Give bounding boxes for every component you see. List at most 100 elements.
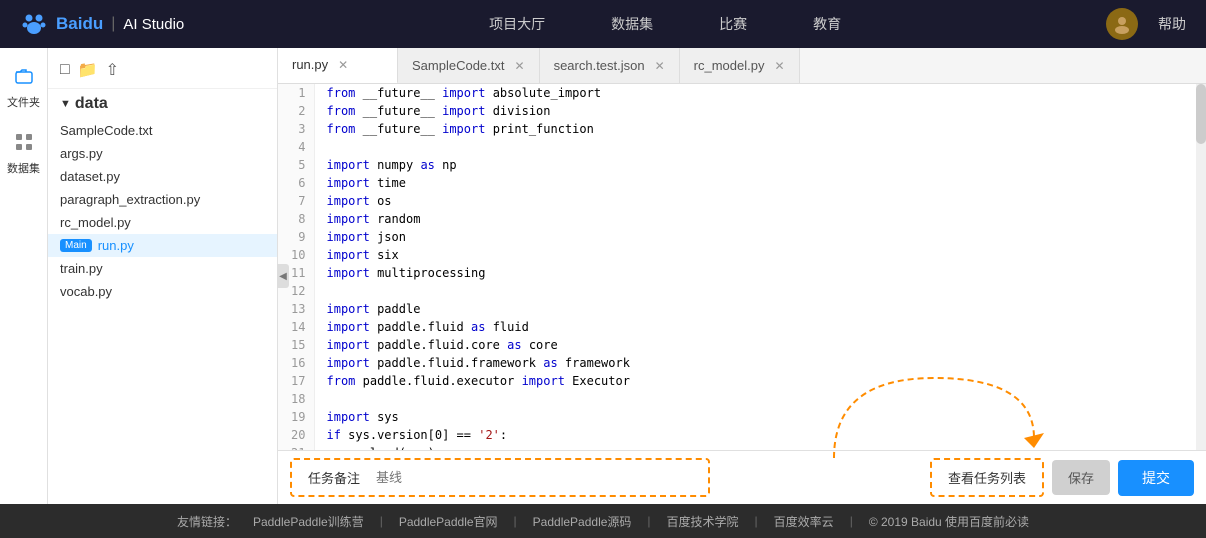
- file-item-dataset[interactable]: dataset.py: [48, 165, 277, 188]
- file-name-dataset: dataset.py: [60, 169, 120, 184]
- code-row-2: 2 from __future__ import division: [278, 102, 1206, 120]
- footer-copyright: © 2019 Baidu 使用百度前必读: [869, 513, 1029, 530]
- line-num-10: 10: [278, 246, 314, 264]
- tab-samplecode-label: SampleCode.txt: [412, 58, 505, 73]
- code-row-8: 8 import random: [278, 210, 1206, 228]
- new-file-icon[interactable]: □: [60, 61, 70, 79]
- footer-sep-3: |: [647, 514, 650, 528]
- file-name-args: args.py: [60, 146, 103, 161]
- logo-divider: |: [111, 15, 115, 33]
- submit-button[interactable]: 提交: [1118, 460, 1194, 496]
- nav-help[interactable]: 帮助: [1158, 14, 1186, 34]
- tab-searchtestjson-label: search.test.json: [554, 58, 645, 73]
- code-line-9: import json: [314, 228, 1206, 246]
- code-line-7: import os: [314, 192, 1206, 210]
- save-button[interactable]: 保存: [1052, 460, 1110, 495]
- line-num-6: 6: [278, 174, 314, 192]
- code-line-19: import sys: [314, 408, 1206, 426]
- task-note-tab[interactable]: 任务备注: [300, 464, 368, 491]
- folder-item-data[interactable]: ▼ data: [48, 89, 277, 119]
- code-line-4: [314, 138, 1206, 156]
- tab-runpy-close[interactable]: ✕: [338, 58, 348, 72]
- code-row-17: 17 from paddle.fluid.executor import Exe…: [278, 372, 1206, 390]
- tab-bar: run.py ✕ SampleCode.txt ✕ search.test.js…: [278, 48, 1206, 84]
- tab-rcmodel-label: rc_model.py: [694, 58, 765, 73]
- file-item-paragraph[interactable]: paragraph_extraction.py: [48, 188, 277, 211]
- code-line-8: import random: [314, 210, 1206, 228]
- datasets-icon-btn[interactable]: [8, 126, 40, 158]
- footer-link-paddlecamp[interactable]: PaddlePaddle训练营: [253, 513, 364, 530]
- top-navigation: Baidu | AI Studio 项目大厅 数据集 比赛 教育 帮助: [0, 0, 1206, 48]
- code-row-16: 16 import paddle.fluid.framework as fram…: [278, 354, 1206, 372]
- code-editor[interactable]: 1 from __future__ import absolute_import…: [278, 84, 1206, 450]
- line-num-16: 16: [278, 354, 314, 372]
- line-num-9: 9: [278, 228, 314, 246]
- line-num-8: 8: [278, 210, 314, 228]
- nav-item-projects[interactable]: 项目大厅: [481, 10, 553, 38]
- tab-samplecode[interactable]: SampleCode.txt ✕: [398, 48, 540, 84]
- tab-runpy[interactable]: run.py ✕: [278, 48, 398, 84]
- code-row-20: 20 if sys.version[0] == '2':: [278, 426, 1206, 444]
- line-num-1: 1: [278, 84, 314, 102]
- code-line-12: [314, 282, 1206, 300]
- collapse-tree-button[interactable]: ◀: [277, 264, 289, 288]
- logo-studio-text: AI Studio: [123, 16, 184, 33]
- footer-link-paddlesrc[interactable]: PaddlePaddle源码: [533, 513, 632, 530]
- code-row-11: 11 import multiprocessing: [278, 264, 1206, 282]
- task-input-group: 任务备注: [290, 458, 710, 497]
- folder-icon: [14, 66, 34, 86]
- code-line-11: import multiprocessing: [314, 264, 1206, 282]
- code-row-5: 5 import numpy as np: [278, 156, 1206, 174]
- footer-link-paddleofficial[interactable]: PaddlePaddle官网: [399, 513, 498, 530]
- file-name-vocab: vocab.py: [60, 284, 112, 299]
- tab-searchtestjson[interactable]: search.test.json ✕: [540, 48, 680, 84]
- nav-item-competition[interactable]: 比赛: [711, 10, 755, 38]
- code-table: 1 from __future__ import absolute_import…: [278, 84, 1206, 450]
- line-num-7: 7: [278, 192, 314, 210]
- code-line-15: import paddle.fluid.core as core: [314, 336, 1206, 354]
- code-row-7: 7 import os: [278, 192, 1206, 210]
- file-tree: □ 📁 ⇧ ▼ data SampleCode.txt args.py data…: [48, 48, 278, 504]
- file-item-rcmodel[interactable]: rc_model.py: [48, 211, 277, 234]
- folder-chevron-icon: ▼: [60, 98, 71, 110]
- line-num-19: 19: [278, 408, 314, 426]
- scrollbar-thumb[interactable]: [1196, 84, 1206, 144]
- upload-icon[interactable]: ⇧: [106, 60, 119, 80]
- baidu-logo-icon: [20, 10, 48, 38]
- line-num-17: 17: [278, 372, 314, 390]
- file-item-samplecode[interactable]: SampleCode.txt: [48, 119, 277, 142]
- tab-samplecode-close[interactable]: ✕: [515, 59, 525, 73]
- new-folder-icon[interactable]: 📁: [78, 60, 98, 80]
- nav-item-education[interactable]: 教育: [805, 10, 849, 38]
- files-icon-btn[interactable]: [8, 60, 40, 92]
- code-row-12: 12: [278, 282, 1206, 300]
- footer-link-baiduacademy[interactable]: 百度技术学院: [667, 513, 739, 530]
- editor-area: run.py ✕ SampleCode.txt ✕ search.test.js…: [278, 48, 1206, 504]
- nav-menu: 项目大厅 数据集 比赛 教育: [224, 10, 1106, 38]
- file-item-train[interactable]: train.py: [48, 257, 277, 280]
- line-num-2: 2: [278, 102, 314, 120]
- grid-icon: [14, 132, 34, 152]
- sidebar-section-datasets[interactable]: 数据集: [7, 122, 40, 180]
- tab-rcmodel-close[interactable]: ✕: [774, 59, 784, 73]
- code-line-16: import paddle.fluid.framework as framewo…: [314, 354, 1206, 372]
- code-line-6: import time: [314, 174, 1206, 192]
- footer-prefix: 友情链接：: [177, 513, 237, 530]
- sidebar-section-files[interactable]: 文件夹: [7, 56, 40, 114]
- file-tree-toolbar: □ 📁 ⇧: [48, 56, 277, 89]
- nav-item-datasets[interactable]: 数据集: [603, 10, 661, 38]
- file-item-runpy[interactable]: Main run.py: [48, 234, 277, 257]
- line-num-14: 14: [278, 318, 314, 336]
- file-name-runpy: run.py: [98, 238, 134, 253]
- tab-searchtestjson-close[interactable]: ✕: [655, 59, 665, 73]
- code-line-14: import paddle.fluid as fluid: [314, 318, 1206, 336]
- footer-link-baiduefficiency[interactable]: 百度效率云: [774, 513, 834, 530]
- vertical-scrollbar[interactable]: [1196, 84, 1206, 450]
- view-tasks-button[interactable]: 查看任务列表: [930, 458, 1044, 497]
- avatar[interactable]: [1106, 8, 1138, 40]
- baseline-input[interactable]: [376, 470, 700, 485]
- file-item-args[interactable]: args.py: [48, 142, 277, 165]
- file-item-vocab[interactable]: vocab.py: [48, 280, 277, 303]
- tab-rcmodel[interactable]: rc_model.py ✕: [680, 48, 800, 84]
- icon-sidebar: 文件夹 数据集: [0, 48, 48, 504]
